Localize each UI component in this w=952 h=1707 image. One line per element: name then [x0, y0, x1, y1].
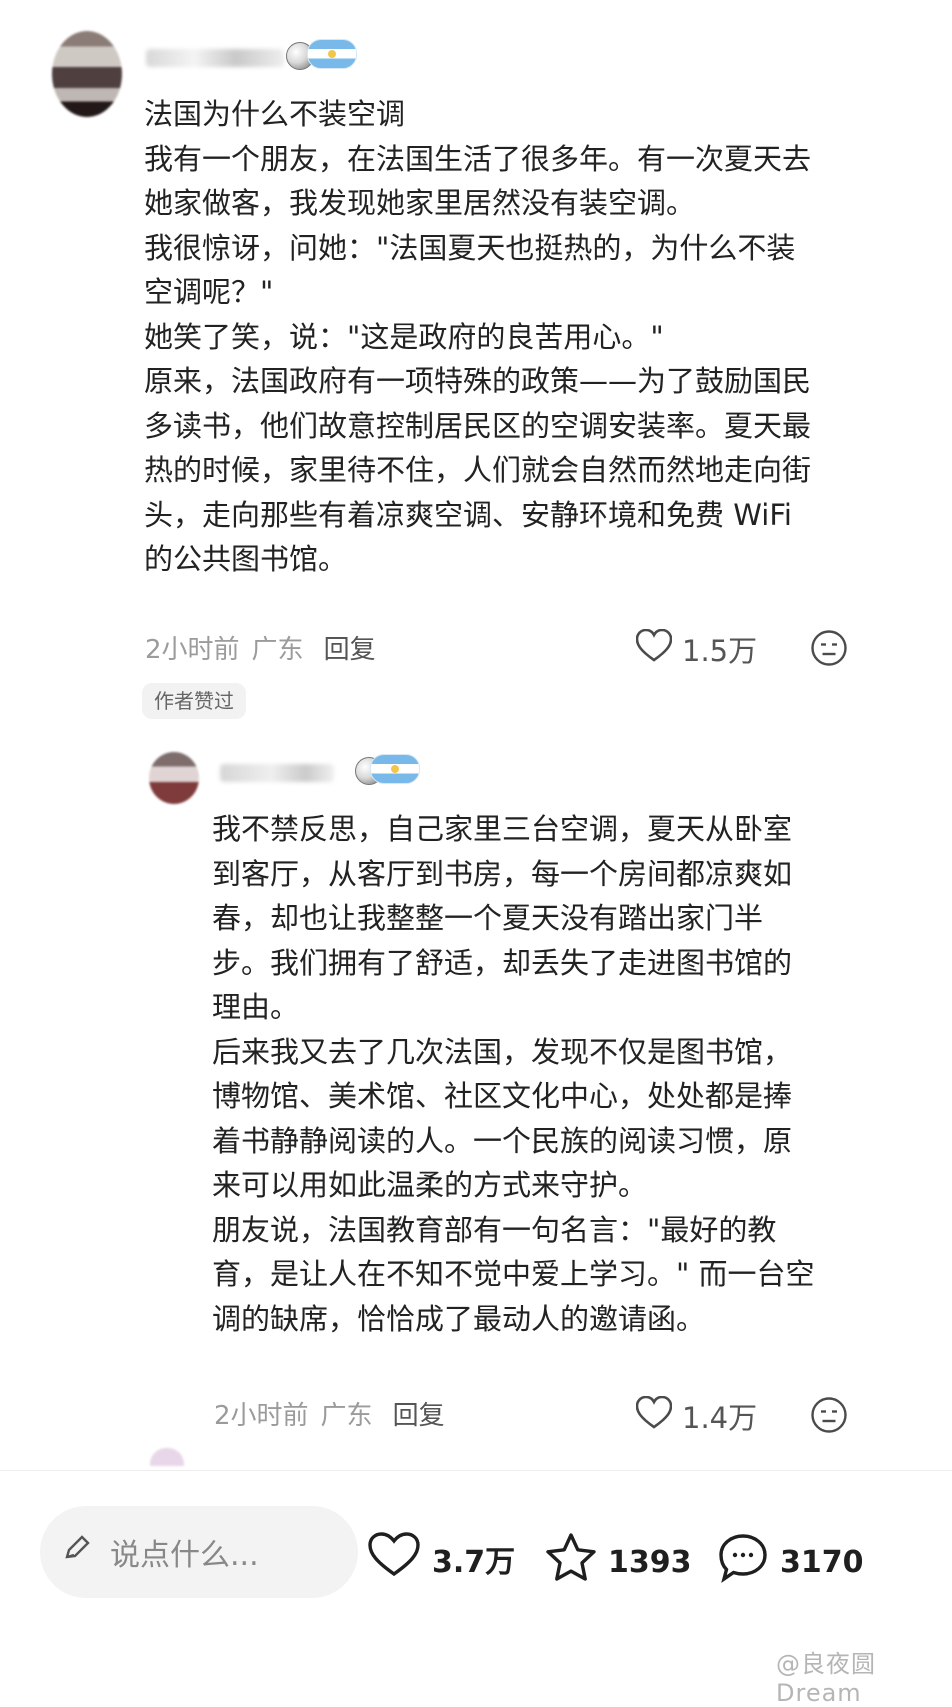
author-liked-badge: 作者赞过 — [142, 683, 246, 719]
smile-icon[interactable] — [810, 629, 848, 671]
sun-of-may-icon — [391, 765, 399, 773]
comment-like-count: 1.5万 — [682, 634, 758, 668]
post-like-button[interactable]: 3.7万 — [368, 1532, 515, 1586]
sun-of-may-icon — [328, 50, 336, 58]
argentina-flag-icon — [370, 754, 420, 784]
reply-reply-button[interactable]: 回复 — [393, 1395, 445, 1432]
comment-input-placeholder: 说点什么... — [110, 1538, 259, 1573]
comment-like-button[interactable]: 1.5万 — [635, 628, 758, 670]
reply-button[interactable]: 回复 — [324, 629, 376, 666]
post-like-count: 3.7万 — [432, 1545, 516, 1580]
comment-input[interactable]: 说点什么... — [40, 1506, 358, 1598]
comment-meta: 2小时前 广东 回复 — [145, 629, 376, 666]
user-avatar[interactable] — [52, 31, 122, 117]
heart-icon — [368, 1532, 420, 1586]
pencil-icon — [62, 1533, 92, 1571]
comment-time: 2小时前 — [145, 635, 240, 665]
post-favorite-count: 1393 — [608, 1544, 692, 1580]
argentina-flag-icon — [307, 39, 357, 69]
post-comment-count: 3170 — [780, 1544, 864, 1580]
heart-icon — [635, 628, 673, 670]
watermark-text: @良夜圆Dream — [776, 1650, 876, 1707]
comment-icon — [716, 1532, 770, 1592]
reply-text: 我不禁反思，自己家里三台空调，夏天从卧室 到客厅，从客厅到书房，每一个房间都凉爽… — [212, 812, 815, 1336]
reply-like-count: 1.4万 — [682, 1401, 758, 1435]
post-comment-button[interactable]: 3170 — [716, 1532, 864, 1592]
comment-text: 法国为什么不装空调 我有一个朋友，在法国生活了很多年。有一次夏天去 她家做客，我… — [144, 97, 812, 576]
reply-meta: 2小时前 广东 回复 — [214, 1395, 445, 1432]
smile-icon[interactable] — [810, 1396, 848, 1438]
reply-user-avatar[interactable] — [149, 752, 199, 804]
reply-username-blurred[interactable] — [220, 764, 334, 782]
comment-location: 广东 — [251, 635, 304, 665]
post-favorite-button[interactable]: 1393 — [544, 1532, 692, 1592]
reply-time: 2小时前 — [214, 1401, 309, 1431]
next-comment-avatar-peek — [150, 1448, 184, 1466]
bottom-divider — [0, 1470, 952, 1471]
reply-like-button[interactable]: 1.4万 — [635, 1395, 758, 1437]
heart-icon — [635, 1395, 673, 1437]
reply-location: 广东 — [320, 1401, 373, 1431]
username-blurred[interactable] — [146, 49, 284, 67]
star-icon — [544, 1532, 598, 1592]
